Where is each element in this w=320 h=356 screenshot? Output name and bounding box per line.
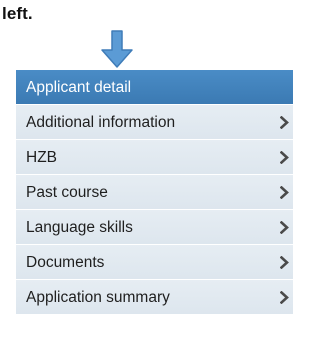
chevron-right-icon bbox=[280, 116, 289, 129]
menu-item-applicant-detail[interactable]: Applicant detail bbox=[16, 70, 293, 105]
menu-item-label: Documents bbox=[26, 254, 105, 271]
chevron-right-icon bbox=[280, 221, 289, 234]
menu-item-additional-information[interactable]: Additional information bbox=[16, 105, 293, 140]
menu-item-label: Past course bbox=[26, 184, 108, 201]
menu-item-documents[interactable]: Documents bbox=[16, 245, 293, 280]
down-arrow-icon bbox=[101, 30, 133, 68]
application-nav-menu: Applicant detail Additional information … bbox=[16, 70, 293, 356]
page: left. Applicant detail Additional inform… bbox=[0, 0, 293, 356]
menu-item-label: Applicant detail bbox=[26, 79, 132, 96]
chevron-right-icon bbox=[280, 151, 289, 164]
menu-item-application-summary[interactable]: Application summary bbox=[16, 280, 293, 315]
menu-item-hzb[interactable]: HZB bbox=[16, 140, 293, 175]
chevron-right-icon bbox=[280, 256, 289, 269]
menu-item-label: Additional information bbox=[26, 114, 176, 131]
menu-item-past-course[interactable]: Past course bbox=[16, 175, 293, 210]
caption-text: left. bbox=[2, 4, 33, 23]
menu-item-language-skills[interactable]: Language skills bbox=[16, 210, 293, 245]
menu-item-label: Language skills bbox=[26, 219, 133, 236]
chevron-right-icon bbox=[280, 291, 289, 304]
menu-item-label: Application summary bbox=[26, 289, 170, 306]
chevron-right-icon bbox=[280, 186, 289, 199]
menu-item-label: HZB bbox=[26, 149, 57, 166]
